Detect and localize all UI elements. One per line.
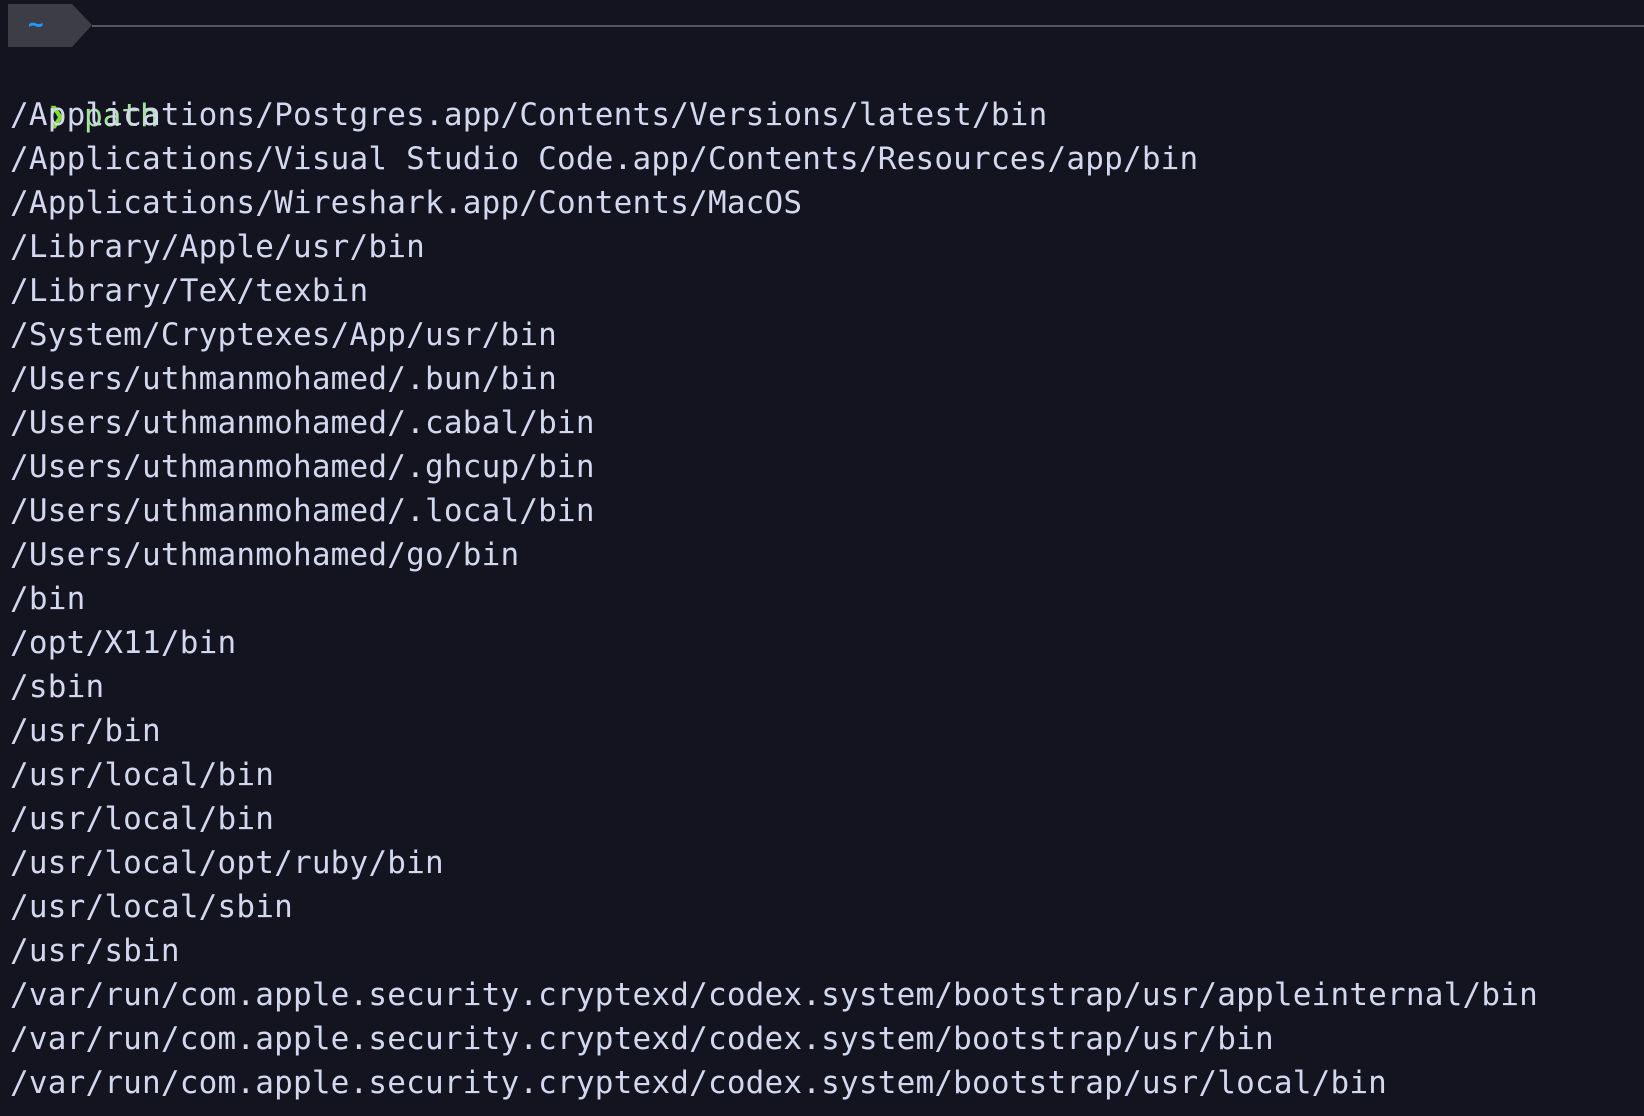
output-line: /Library/TeX/texbin [10, 273, 369, 309]
output-line: /var/run/com.apple.security.cryptexd/cod… [10, 1021, 1274, 1057]
output-line: /usr/local/opt/ruby/bin [10, 845, 444, 881]
output-line: /Applications/Wireshark.app/Contents/Mac… [10, 185, 803, 221]
output-line: /Users/uthmanmohamed/.cabal/bin [10, 405, 595, 441]
output-line: /Library/Apple/usr/bin [10, 229, 425, 265]
output-line: /Users/uthmanmohamed/.ghcup/bin [10, 449, 595, 485]
output-line: /opt/X11/bin [10, 625, 237, 661]
output-line: /usr/local/bin [10, 801, 275, 837]
output-line: /var/run/com.apple.security.cryptexd/cod… [10, 1065, 1388, 1101]
prompt-status-bar: ~ [8, 4, 1644, 47]
output-line: /Applications/Visual Studio Code.app/Con… [10, 141, 1199, 177]
output-line: /System/Cryptexes/App/usr/bin [10, 317, 558, 353]
output-line: /Users/uthmanmohamed/.bun/bin [10, 361, 558, 397]
output-line: /bin [10, 581, 86, 617]
output-line: /Users/uthmanmohamed/go/bin [10, 537, 520, 573]
command-line: ❯ path [10, 50, 158, 134]
output-line: /usr/bin [10, 713, 161, 749]
output-line: /Users/uthmanmohamed/.local/bin [10, 493, 595, 529]
output-line: /Applications/Postgres.app/Contents/Vers… [10, 97, 1048, 133]
prompt-segment-shape [8, 4, 1644, 47]
output-line: /usr/sbin [10, 933, 180, 969]
output-line: /usr/local/bin [10, 757, 275, 793]
output-line: /usr/local/sbin [10, 889, 293, 925]
current-directory-label: ~ [28, 10, 44, 40]
output-line: /sbin [10, 669, 105, 705]
output-line: /var/run/com.apple.security.cryptexd/cod… [10, 977, 1538, 1013]
command-output: /Applications/Postgres.app/Contents/Vers… [10, 93, 1538, 1105]
